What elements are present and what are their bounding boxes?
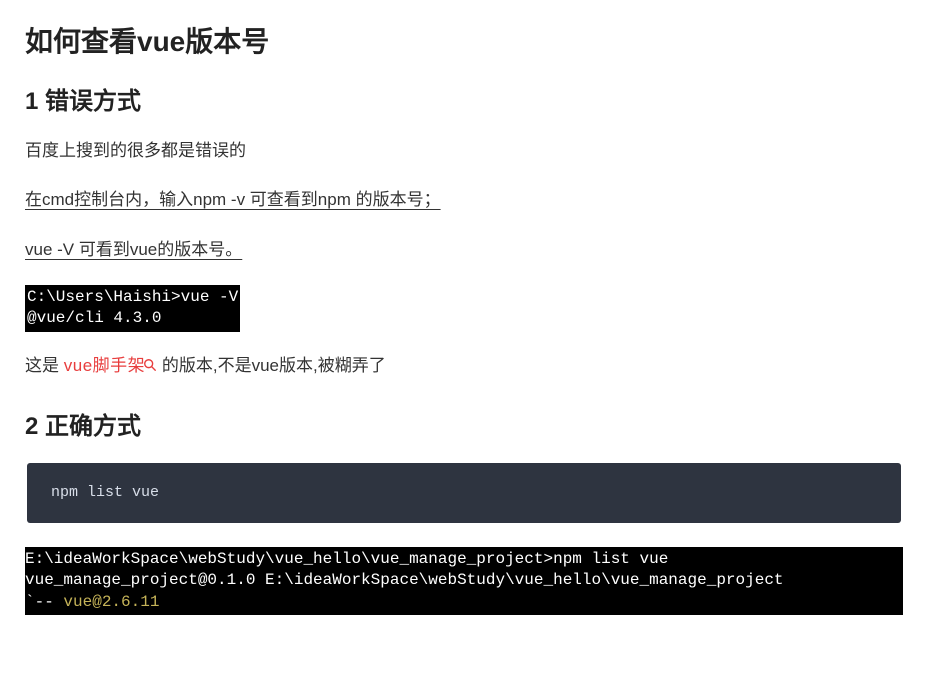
terminal-line-2: vue_manage_project@0.1.0 E:\ideaWorkSpac… (25, 571, 784, 589)
vue-scaffold-link[interactable]: vue脚手架 (64, 356, 157, 375)
section-1-heading: 1 错误方式 (25, 83, 903, 121)
terminal-output-correct: E:\ideaWorkSpace\webStudy\vue_hello\vue_… (25, 547, 903, 616)
section-1-intro: 百度上搜到的很多都是错误的 (25, 137, 903, 164)
section-1-note: 这是 vue脚手架 的版本,不是vue版本,被糊弄了 (25, 352, 903, 380)
section-2-heading: 2 正确方式 (25, 408, 903, 446)
terminal-line-3-result: vue@2.6.11 (63, 593, 159, 611)
code-block-command: npm list vue (27, 463, 901, 523)
terminal-line-3-prefix: `-- (25, 593, 63, 611)
search-icon (143, 353, 157, 380)
terminal-line-1: E:\ideaWorkSpace\webStudy\vue_hello\vue_… (25, 550, 668, 568)
section-1-step-2: vue -V 可看到vue的版本号。 (25, 236, 903, 263)
terminal-output-wrong: C:\Users\Haishi>vue -V @vue/cli 4.3.0 (25, 285, 240, 332)
page-title: 如何查看vue版本号 (25, 20, 903, 65)
note-suffix: 的版本,不是vue版本,被糊弄了 (157, 356, 386, 375)
vue-scaffold-link-text: vue脚手架 (64, 356, 145, 375)
section-1-step-1: 在cmd控制台内，输入npm -v 可查看到npm 的版本号； (25, 186, 903, 213)
note-prefix: 这是 (25, 356, 64, 375)
